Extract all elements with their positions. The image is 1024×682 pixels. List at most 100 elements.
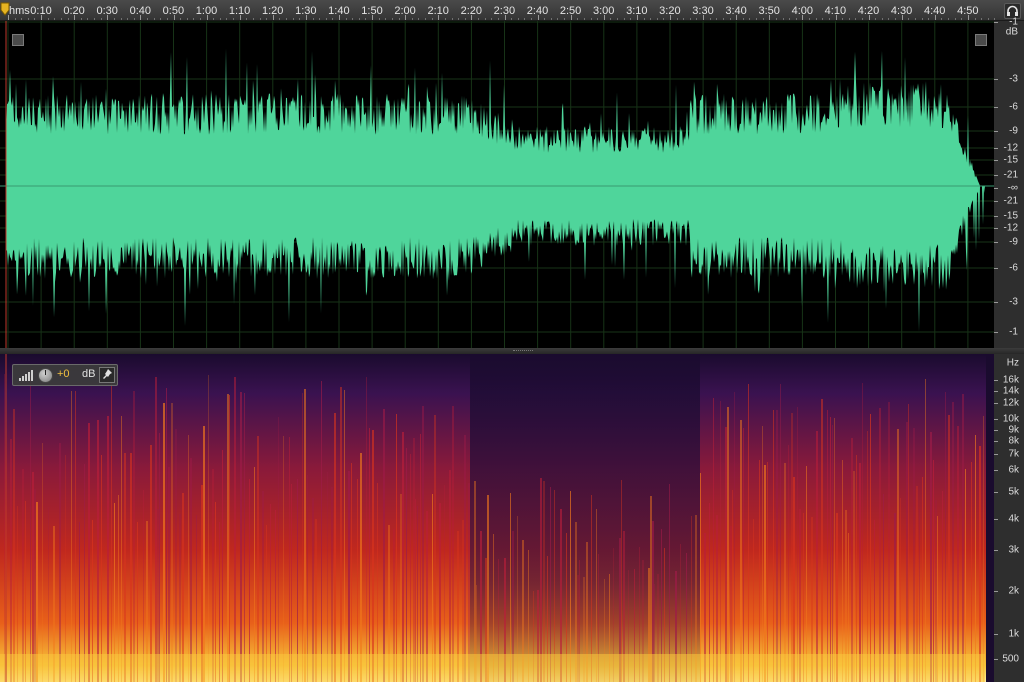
hz-scale-label: 6k — [1008, 464, 1019, 476]
gain-knob[interactable] — [38, 368, 53, 383]
pin-button[interactable] — [99, 367, 115, 383]
ruler-tick-mark — [557, 18, 559, 20]
ruler-tick-mark — [325, 18, 327, 20]
db-scale-label: -∞ — [1007, 182, 1018, 194]
ruler-tick-mark — [193, 18, 195, 20]
ruler-tick-mark — [848, 18, 850, 20]
spectrogram-band — [357, 479, 358, 682]
spectrogram-view[interactable] — [0, 354, 994, 682]
ruler-tick-mark — [67, 18, 69, 20]
ruler-tick-mark — [676, 18, 678, 20]
spectrogram-band — [793, 477, 795, 682]
gain-hud[interactable]: +0 dB — [12, 364, 118, 386]
ruler-tick-mark — [663, 18, 665, 20]
splitter-grip[interactable] — [513, 350, 533, 353]
spectrogram-band — [806, 466, 807, 682]
ruler-tick-mark — [570, 15, 572, 20]
db-scale-label: -15 — [1003, 210, 1018, 222]
db-scale-tick — [994, 332, 998, 333]
ruler-tick-mark — [564, 18, 566, 20]
spectrogram-band — [740, 420, 742, 682]
ruler-tick-mark — [775, 18, 777, 20]
ruler-tick-mark — [703, 15, 705, 20]
hz-scale-tick — [994, 659, 998, 660]
ruler-tick-mark — [643, 18, 645, 20]
ruler-tick-mark — [875, 18, 877, 20]
spectrogram-band — [351, 463, 352, 682]
spectrogram-band — [720, 401, 721, 682]
spectrogram-band — [208, 375, 209, 682]
db-scale-tick — [994, 79, 998, 80]
spectrogram-band — [862, 383, 863, 682]
ruler-tick-mark — [696, 18, 698, 20]
spectrogram-band — [121, 416, 122, 682]
gain-value[interactable]: +0 — [57, 368, 70, 380]
ruler-tick-mark — [623, 18, 625, 20]
spectrogram-band — [727, 407, 729, 682]
spectrogram-band — [957, 426, 959, 682]
db-scale-tick — [994, 268, 998, 269]
waveform-view[interactable] — [0, 21, 994, 348]
spectrogram-band — [155, 377, 157, 682]
spectrogram-band — [788, 445, 789, 682]
spectrogram-band — [302, 393, 303, 682]
ruler-tick-mark — [471, 15, 473, 20]
spectrogram-band — [700, 473, 701, 682]
ruler-tick-mark — [305, 15, 307, 20]
time-ruler[interactable]: hms 0:10 0:20 0:30 0:40 0:50 1:00 1:10 1:20 1:30… — [0, 0, 1024, 21]
spectrogram-band — [570, 491, 571, 682]
ruler-tick-mark — [789, 18, 791, 20]
spectrogram-band — [930, 432, 932, 682]
spectrogram-band — [780, 384, 781, 682]
spectrogram-band — [888, 402, 890, 682]
ruler-tick-mark — [332, 18, 334, 20]
hz-scale-tick — [994, 591, 998, 592]
spectrogram-band — [971, 462, 972, 682]
spectrogram-band — [400, 494, 402, 682]
ruler-tick-mark — [769, 15, 771, 20]
db-scale-tick — [994, 242, 998, 243]
hz-scale-label: 7k — [1008, 448, 1019, 460]
spectrogram-band — [830, 417, 831, 682]
ruler-tick-mark — [630, 18, 632, 20]
frequency-scale: Hz 16k 14k 12k 10k 9k 8k 7k 6k 5k 4k 3k 2k 1k 500 — [994, 354, 1024, 682]
ruler-tick-mark — [914, 18, 916, 20]
spectrogram-band — [621, 480, 622, 682]
ruler-tick-mark — [656, 18, 658, 20]
fade-in-handle[interactable] — [12, 34, 24, 46]
waveform-graph — [0, 21, 994, 348]
spectrogram-band — [254, 467, 255, 682]
ruler-tick-mark — [266, 18, 268, 20]
db-scale-label: -9 — [1009, 236, 1018, 248]
spectrogram-band — [297, 479, 298, 682]
db-scale-label: -3 — [1009, 73, 1018, 85]
hz-scale-tick — [994, 470, 998, 471]
spectrogram-band — [452, 406, 454, 682]
db-scale-label: -21 — [1003, 169, 1018, 181]
gain-unit: dB — [82, 368, 96, 380]
spectrogram-band — [906, 422, 908, 682]
spectrogram-band — [474, 481, 476, 682]
spectrogram-band — [118, 495, 119, 682]
ruler-tick-mark — [378, 18, 380, 20]
spectrogram-band — [853, 471, 855, 682]
ruler-tick-mark — [815, 18, 817, 20]
spectrogram-band — [468, 483, 470, 682]
ruler-tick-mark — [21, 18, 23, 20]
hz-scale-label: 14k — [1002, 385, 1019, 397]
spectrogram-band — [143, 490, 144, 682]
hz-scale-label: 4k — [1008, 513, 1019, 525]
fade-out-handle[interactable] — [975, 34, 987, 46]
spectrogram-band — [827, 410, 828, 682]
ruler-tick-mark — [100, 18, 102, 20]
ruler-tick-mark — [762, 18, 764, 20]
ruler-tick-mark — [590, 18, 592, 20]
spectrogram-band — [175, 429, 177, 682]
ruler-tick-mark — [756, 18, 758, 20]
spectrogram-band — [321, 381, 322, 682]
spectrogram-band — [743, 428, 744, 682]
spectrogram-band — [897, 429, 899, 682]
spectrogram-band — [916, 486, 918, 682]
db-scale-tick — [994, 175, 998, 176]
spectrogram-band — [859, 463, 861, 682]
